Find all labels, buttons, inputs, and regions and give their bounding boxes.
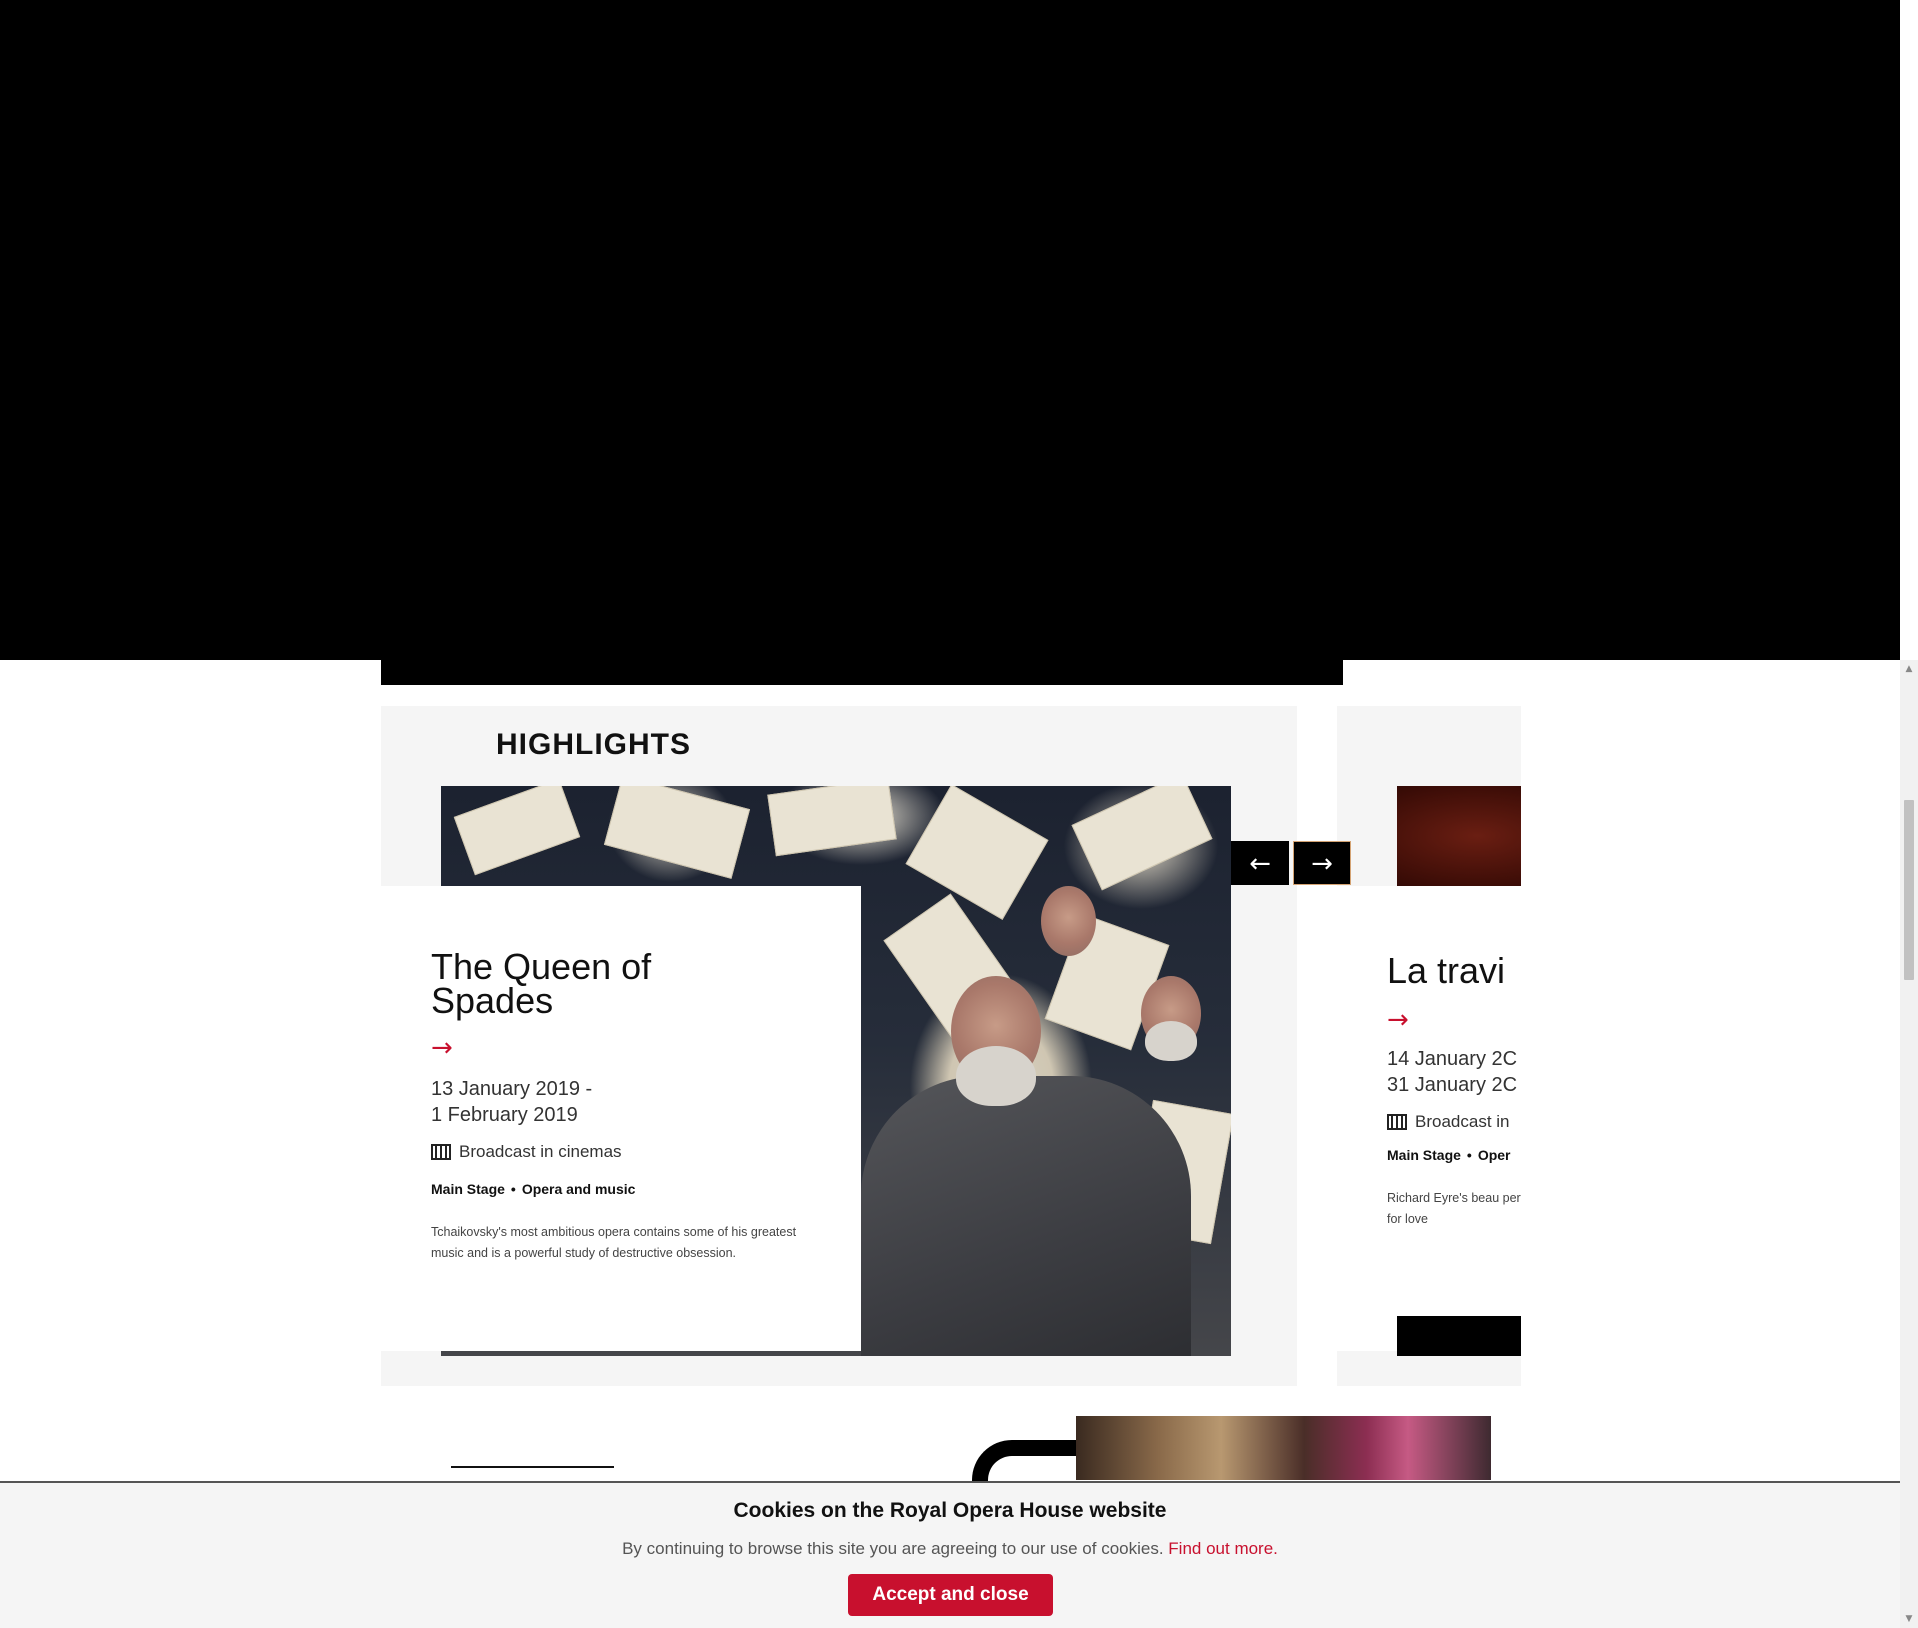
slide-description: Tchaikovsky's most ambitious opera conta… [431, 1225, 797, 1260]
arrow-right-icon[interactable]: → [431, 1035, 453, 1061]
category-tag: Oper [1477, 1147, 1511, 1163]
slide-tags: Main Stage • Opera and music [431, 1181, 635, 1197]
sheet-music [603, 786, 751, 879]
sheet-music [453, 786, 581, 876]
broadcast-info: Broadcast in cinemas [431, 1142, 622, 1162]
date-end: 31 January 2C [1387, 1074, 1518, 1096]
figure-face [1041, 886, 1096, 956]
cookie-banner: Cookies on the Royal Opera House website… [0, 1481, 1900, 1628]
scroll-up-icon[interactable]: ▲ [1900, 660, 1918, 678]
tag-separator: • [1466, 1147, 1472, 1163]
film-icon [431, 1144, 451, 1160]
scrollbar[interactable]: ▲ ▼ [1900, 660, 1918, 1628]
carousel-next-button[interactable]: → [1293, 841, 1351, 885]
slide-card: La travi → 14 January 2C 31 January 2C B… [1337, 886, 1521, 1351]
category-tag: Opera and music [521, 1181, 636, 1197]
figure-beard [1145, 1021, 1197, 1061]
slide-description: Richard Eyre's beau perfect setting for … [1387, 1191, 1521, 1226]
figure-beard [956, 1046, 1036, 1106]
sheet-music [905, 786, 1049, 920]
scroll-thumb[interactable] [1904, 800, 1914, 980]
sheet-music [1071, 786, 1213, 891]
slide-card: The Queen of Spades → 13 January 2019 - … [381, 886, 861, 1351]
scroll-down-icon[interactable]: ▼ [1900, 1610, 1918, 1628]
slide-tags: Main Stage • Oper [1387, 1147, 1511, 1163]
cookie-message: By continuing to browse this site you ar… [0, 1539, 1900, 1559]
hero-bottom-strip [381, 655, 1343, 685]
film-icon [1387, 1114, 1407, 1130]
feature-image[interactable] [1076, 1416, 1491, 1480]
cookie-title: Cookies on the Royal Opera House website [733, 1499, 1167, 1522]
broadcast-label: Broadcast in [1415, 1112, 1510, 1131]
arrow-right-icon[interactable]: → [1387, 1007, 1409, 1033]
slide-dates: 14 January 2C 31 January 2C [1387, 1046, 1517, 1098]
sheet-music [767, 786, 897, 857]
highlights-next-slide: La travi → 14 January 2C 31 January 2C B… [1337, 706, 1521, 1386]
highlights-panel: HIGHLIGHTS The Queen of Spades → 13 Janu… [381, 706, 1297, 1386]
broadcast-label: Broadcast in cinemas [459, 1142, 622, 1161]
section-title: HIGHLIGHTS [496, 728, 691, 761]
slide-dates: 13 January 2019 - 1 February 2019 [431, 1076, 592, 1128]
venue-tag: Main Stage [431, 1181, 505, 1197]
slide-title[interactable]: La travi [1387, 950, 1505, 992]
slide-image[interactable] [1397, 786, 1521, 886]
carousel-prev-button[interactable]: ← [1231, 841, 1289, 885]
slide-footer-block [1397, 1316, 1521, 1356]
hero-video-area [0, 0, 1900, 660]
date-start: 14 January 2C [1387, 1048, 1518, 1070]
tag-separator: • [510, 1181, 516, 1197]
date-end: 1 February 2019 [431, 1104, 578, 1126]
cookie-find-out-more-link[interactable]: Find out more. [1168, 1539, 1278, 1558]
date-start: 13 January 2019 - [431, 1078, 593, 1100]
broadcast-info: Broadcast in [1387, 1112, 1510, 1132]
accept-cookies-button[interactable]: Accept and close [848, 1574, 1053, 1616]
slide-title[interactable]: The Queen of Spades [431, 949, 731, 1019]
venue-tag: Main Stage [1387, 1147, 1461, 1163]
figure-coat [861, 1076, 1191, 1356]
cookie-text: By continuing to browse this site you ar… [622, 1539, 1169, 1558]
section-divider [451, 1466, 614, 1468]
